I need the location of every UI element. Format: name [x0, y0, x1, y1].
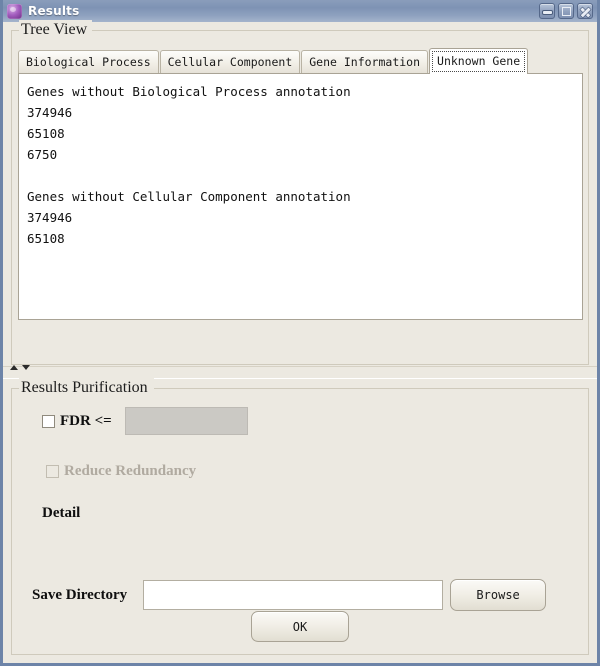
- tab-unknown-gene[interactable]: Unknown Gene: [429, 48, 529, 74]
- reduce-redundancy-checkbox[interactable]: [46, 464, 59, 478]
- tab-label: Cellular Component: [167, 55, 293, 69]
- client-area: Tree View Biological Process Cellular Co…: [3, 20, 597, 663]
- ok-row: OK: [22, 611, 578, 648]
- close-icon[interactable]: [577, 3, 593, 19]
- window-controls: [539, 3, 593, 19]
- tab-cellular-component[interactable]: Cellular Component: [159, 50, 301, 73]
- title-bar[interactable]: Results: [3, 0, 597, 22]
- fdr-checkbox[interactable]: [42, 414, 55, 428]
- unknown-gene-text: Genes without Biological Process annotat…: [27, 84, 351, 246]
- detail-row: Detail: [42, 504, 578, 524]
- save-directory-input[interactable]: [143, 580, 444, 610]
- results-purification-group: Results Purification FDR <= Reduce Redun…: [11, 378, 589, 655]
- minimize-icon[interactable]: [539, 3, 555, 19]
- tree-view-title: Tree View: [19, 20, 93, 40]
- divider-arrows: [10, 365, 30, 370]
- reduce-redundancy-label: Reduce Redundancy: [64, 462, 197, 479]
- tab-content-panel[interactable]: Genes without Biological Process annotat…: [18, 73, 583, 320]
- app-icon: [7, 3, 22, 19]
- tab-label: Unknown Gene: [437, 54, 521, 68]
- save-directory-row: Save Directory Browse: [32, 579, 578, 611]
- fdr-input[interactable]: [124, 407, 248, 435]
- window-title: Results: [28, 4, 80, 18]
- results-purification-title: Results Purification: [19, 378, 154, 398]
- tab-gene-information[interactable]: Gene Information: [301, 50, 429, 73]
- tree-view-group: Tree View Biological Process Cellular Co…: [11, 20, 589, 365]
- collapse-down-arrow-icon[interactable]: [22, 365, 30, 370]
- maximize-icon[interactable]: [558, 3, 574, 19]
- save-directory-label: Save Directory: [32, 586, 128, 603]
- fdr-label: FDR <=: [60, 412, 112, 429]
- results-window: Results Tree View Biological Process Cel…: [0, 0, 600, 666]
- browse-button[interactable]: Browse: [450, 579, 547, 611]
- collapse-up-arrow-icon[interactable]: [10, 365, 18, 370]
- ok-button[interactable]: OK: [251, 611, 349, 642]
- detail-label: Detail: [42, 505, 81, 521]
- tree-view-pane: Tree View Biological Process Cellular Co…: [3, 20, 597, 365]
- results-purification-pane: Results Purification FDR <= Reduce Redun…: [3, 378, 597, 663]
- reduce-redundancy-row: Reduce Redundancy: [46, 461, 578, 481]
- tab-bar: Biological Process Cellular Component Ge…: [18, 47, 583, 74]
- tab-biological-process[interactable]: Biological Process: [18, 50, 159, 73]
- tab-label: Gene Information: [309, 55, 421, 69]
- tab-label: Biological Process: [26, 55, 151, 69]
- fdr-row: FDR <=: [42, 407, 578, 435]
